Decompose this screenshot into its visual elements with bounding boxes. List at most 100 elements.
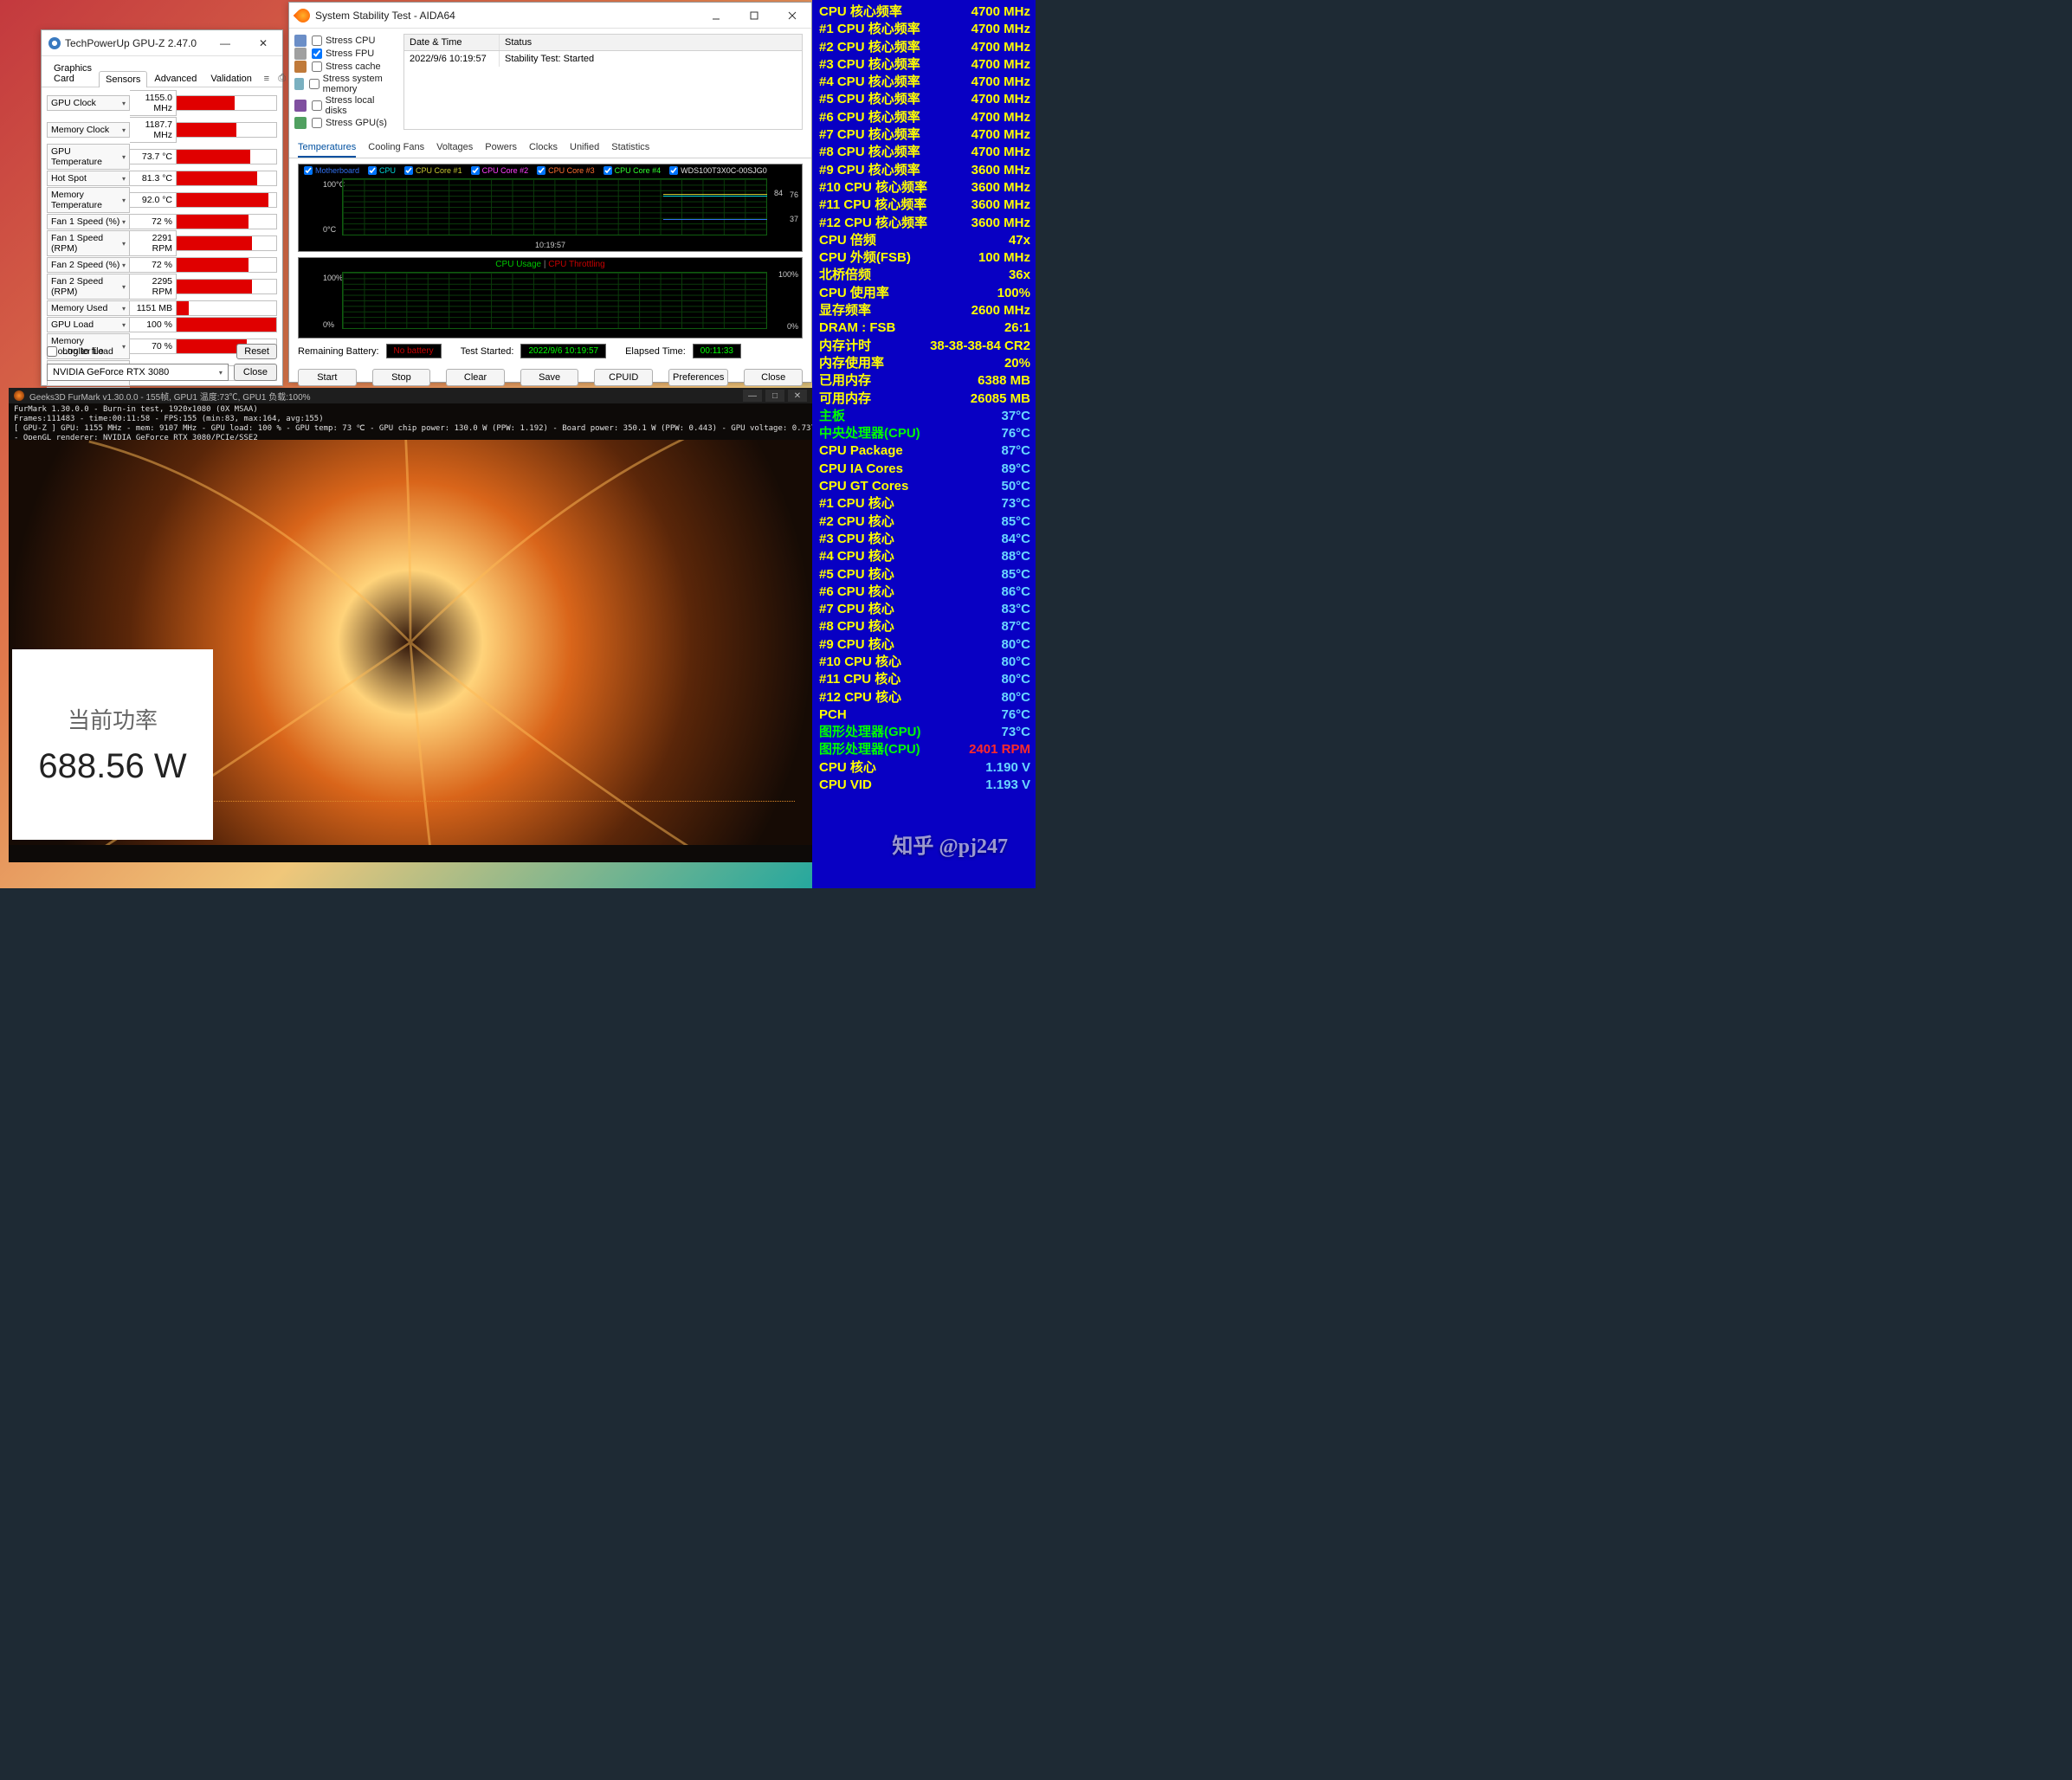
sensor-name[interactable]: Fan 2 Speed (%)▾ — [47, 257, 130, 273]
maximize-button[interactable]: □ — [765, 390, 784, 402]
minimize-button[interactable]: — — [743, 390, 762, 402]
sensor-bar — [177, 95, 277, 111]
maximize-button[interactable] — [735, 3, 773, 28]
gpuz-titlebar[interactable]: TechPowerUp GPU-Z 2.47.0 — ✕ — [42, 30, 282, 56]
flame-icon — [294, 5, 313, 25]
tab-clocks[interactable]: Clocks — [529, 142, 558, 158]
osd-row: #2 CPU 核心频率4700 MHz — [819, 39, 1030, 56]
legend-item[interactable]: CPU Core #2 — [471, 166, 529, 175]
osd-row: CPU VID1.193 V — [819, 777, 1030, 794]
sensor-bar — [177, 235, 277, 251]
legend-item[interactable]: CPU Core #4 — [604, 166, 662, 175]
osd-row: #9 CPU 核心频率3600 MHz — [819, 162, 1030, 179]
osd-row: CPU 使用率100% — [819, 285, 1030, 302]
hamburger-icon[interactable]: ≡ — [259, 70, 274, 87]
sensor-name[interactable]: Fan 2 Speed (RPM)▾ — [47, 274, 130, 300]
furmark-titlebar[interactable]: Geeks3D FurMark v1.30.0.0 - 155帧, GPU1 温… — [9, 388, 812, 403]
sensor-value: 1155.0 MHz — [130, 90, 177, 116]
start-button[interactable]: Start — [298, 369, 357, 386]
stress-check[interactable]: Stress GPU(s) — [294, 117, 397, 129]
osd-row: CPU 外频(FSB)100 MHz — [819, 249, 1030, 267]
stress-check[interactable]: Stress local disks — [294, 95, 397, 116]
sensor-row: Memory Clock▾1187.7 MHz — [47, 117, 277, 143]
stress-check[interactable]: Stress system memory — [294, 74, 397, 94]
sensor-value: 2291 RPM — [130, 230, 177, 256]
gpu-selector[interactable]: NVIDIA GeForce RTX 3080▾ — [47, 364, 229, 381]
tab-graphics-card[interactable]: Graphics Card — [47, 60, 99, 87]
sensor-name[interactable]: GPU Load▾ — [47, 317, 130, 332]
sensor-name[interactable]: Fan 1 Speed (RPM)▾ — [47, 230, 130, 256]
close-button[interactable] — [773, 3, 811, 28]
close-button[interactable]: ✕ — [244, 31, 282, 55]
watermark: 知乎 @pj247 — [892, 836, 1008, 857]
tab-cooling-fans[interactable]: Cooling Fans — [368, 142, 424, 158]
sensor-value: 81.3 °C — [130, 171, 177, 186]
close-button[interactable]: ✕ — [788, 390, 807, 402]
tab-sensors[interactable]: Sensors — [99, 71, 147, 87]
sensor-name[interactable]: Hot Spot▾ — [47, 171, 130, 186]
minimize-button[interactable] — [697, 3, 735, 28]
legend-item[interactable]: CPU Core #1 — [404, 166, 462, 175]
sensor-value: 1187.7 MHz — [130, 117, 177, 143]
stress-check[interactable]: Stress cache — [294, 61, 397, 73]
sensor-bar — [177, 279, 277, 294]
tab-advanced[interactable]: Advanced — [147, 70, 203, 87]
osd-row: #4 CPU 核心频率4700 MHz — [819, 74, 1030, 91]
save-button[interactable]: Save — [520, 369, 579, 386]
sensor-value: 92.0 °C — [130, 192, 177, 208]
sensor-row: Fan 1 Speed (%)▾72 % — [47, 214, 277, 229]
gpuz-icon — [48, 37, 61, 49]
close-button-2[interactable]: Close — [234, 364, 277, 381]
legend-item[interactable]: CPU Core #3 — [537, 166, 595, 175]
tab-unified[interactable]: Unified — [570, 142, 599, 158]
sensor-bar — [177, 317, 277, 332]
tab-voltages[interactable]: Voltages — [436, 142, 473, 158]
furmark-icon — [14, 390, 24, 401]
tab-temperatures[interactable]: Temperatures — [298, 142, 356, 158]
sensor-name[interactable]: Memory Used▾ — [47, 300, 130, 316]
sensor-name[interactable]: GPU Clock▾ — [47, 95, 130, 111]
screenshot-icon[interactable]: ⎙ — [274, 69, 290, 87]
cpuid-button[interactable]: CPUID — [594, 369, 653, 386]
osd-row: #10 CPU 核心频率3600 MHz — [819, 179, 1030, 197]
osd-row: 北桥倍频36x — [819, 267, 1030, 284]
stress-options: Stress CPUStress FPUStress cacheStress s… — [294, 34, 397, 130]
osd-row: 已用内存6388 MB — [819, 372, 1030, 390]
reset-button[interactable]: Reset — [236, 344, 277, 359]
aida64-window: System Stability Test - AIDA64 Stress CP… — [288, 2, 812, 383]
osd-row: #5 CPU 核心频率4700 MHz — [819, 91, 1030, 108]
stop-button[interactable]: Stop — [372, 369, 431, 386]
legend-item[interactable]: WDS100T3X0C-00SJG0 — [669, 166, 767, 175]
sensor-name[interactable]: Fan 1 Speed (%)▾ — [47, 214, 130, 229]
osd-row: 主板37°C — [819, 408, 1030, 425]
osd-row: #10 CPU 核心80°C — [819, 654, 1030, 671]
close-button[interactable]: Close — [744, 369, 803, 386]
temperature-chart: Motherboard CPU CPU Core #1 CPU Core #2 CPU … — [298, 164, 803, 252]
sensor-name[interactable]: Memory Clock▾ — [47, 122, 130, 138]
sensor-value: 1151 MB — [130, 300, 177, 316]
clear-button[interactable]: Clear — [446, 369, 505, 386]
osd-row: #1 CPU 核心73°C — [819, 495, 1030, 513]
log-checkbox[interactable] — [47, 346, 57, 357]
sensor-value: 100 % — [130, 317, 177, 332]
legend-item[interactable]: CPU — [368, 166, 396, 175]
sensor-name[interactable]: GPU Temperature▾ — [47, 144, 130, 170]
osd-panel: CPU 核心频率4700 MHz#1 CPU 核心频率4700 MHz#2 CP… — [812, 0, 1036, 888]
tab-validation[interactable]: Validation — [203, 70, 259, 87]
legend-item[interactable]: Motherboard — [304, 166, 359, 175]
osd-row: #6 CPU 核心频率4700 MHz — [819, 109, 1030, 126]
preferences-button[interactable]: Preferences — [668, 369, 728, 386]
tab-powers[interactable]: Powers — [485, 142, 517, 158]
tab-statistics[interactable]: Statistics — [611, 142, 649, 158]
minimize-button[interactable]: — — [206, 31, 244, 55]
aida-footer: Remaining Battery:No battery Test Starte… — [289, 339, 811, 364]
stress-check[interactable]: Stress CPU — [294, 35, 397, 47]
sensor-name[interactable]: Memory Temperature▾ — [47, 187, 130, 213]
osd-row: #11 CPU 核心频率3600 MHz — [819, 197, 1030, 214]
sensor-bar — [177, 122, 277, 138]
sensor-bar — [177, 192, 277, 208]
aida64-titlebar[interactable]: System Stability Test - AIDA64 — [289, 3, 811, 29]
stress-check[interactable]: Stress FPU — [294, 48, 397, 60]
sensor-bar — [177, 149, 277, 164]
sensor-value: 2295 RPM — [130, 274, 177, 300]
